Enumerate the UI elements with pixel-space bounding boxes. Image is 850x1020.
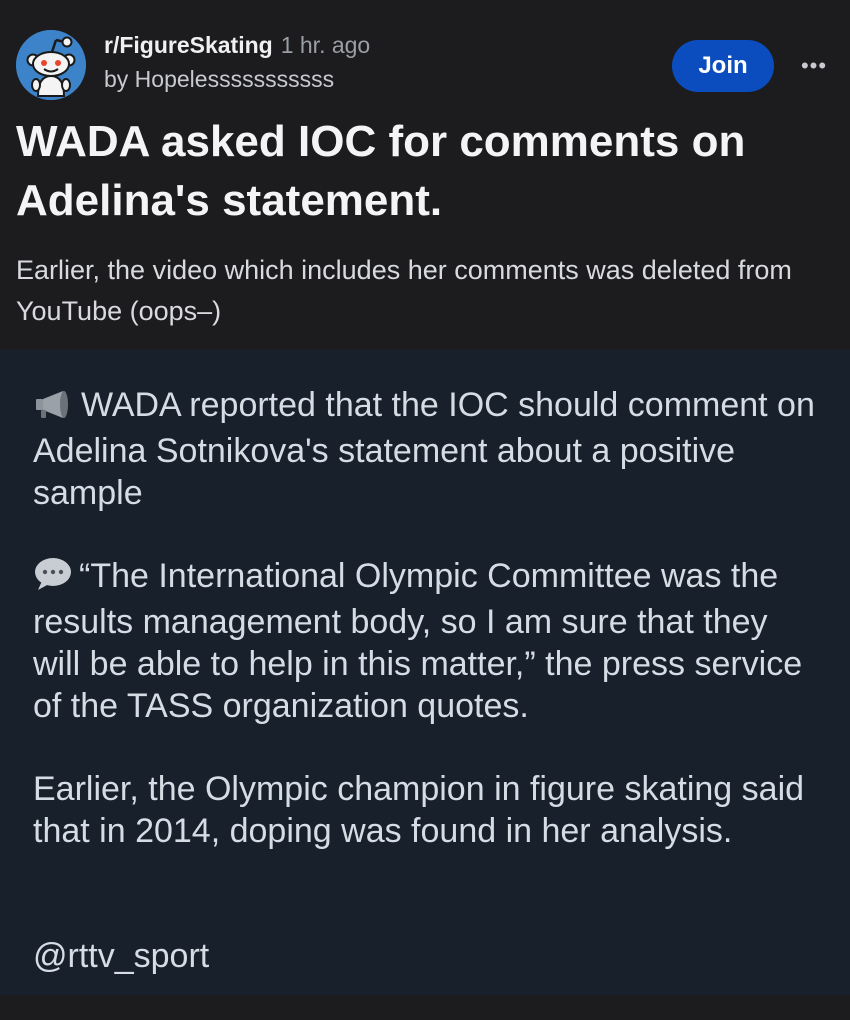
image-paragraph-4: @rttv_sport [33,937,210,975]
image-paragraph-1-text: WADA reported that the IOC should commen… [33,386,815,512]
subreddit-link[interactable]: r/FigureSkating [104,32,273,58]
image-paragraph-2: “The International Olympic Committee was… [33,555,823,727]
post-title[interactable]: WADA asked IOC for comments on Adelina's… [16,112,836,230]
join-button[interactable]: Join [672,40,774,92]
image-paragraph-3: Earlier, the Olympic champion in figure … [33,770,805,850]
post: r/FigureSkating 1 hr. ago by Hopelessssss… [0,0,850,1020]
bottom-strip [0,995,850,1020]
more-options-icon[interactable]: ••• [794,52,834,80]
speech-bubble-icon [33,557,73,601]
snoo-icon [16,30,86,100]
post-age: 1 hr. ago [280,32,371,58]
megaphone-icon [33,388,75,430]
image-paragraph-2-text: “The International Olympic Committee was… [33,557,803,725]
subreddit-avatar[interactable] [16,30,86,100]
post-author[interactable]: by Hopelesssssssssss [104,66,370,94]
post-header: r/FigureSkating 1 hr. ago by Hopelessssss… [0,0,850,110]
post-meta: r/FigureSkating 1 hr. ago by Hopelessssss… [104,32,370,93]
subreddit-line: r/FigureSkating 1 hr. ago [104,32,370,60]
image-paragraph-1: WADA reported that the IOC should commen… [33,384,823,514]
post-image[interactable]: WADA reported that the IOC should commen… [0,350,850,995]
post-body-text: Earlier, the video which includes her co… [16,255,792,326]
